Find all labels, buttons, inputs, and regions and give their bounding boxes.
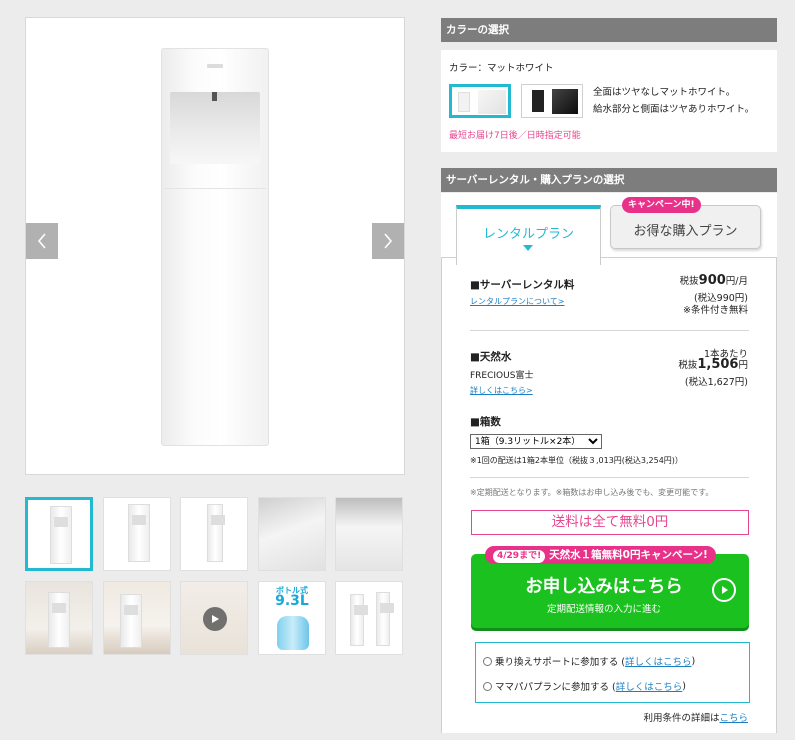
- water-server-image: [161, 48, 269, 446]
- thumbnail-dimensions[interactable]: [335, 581, 403, 655]
- thumbnail-closeup-nozzle[interactable]: [335, 497, 403, 571]
- rental-plan-link[interactable]: レンタルプランについて>: [470, 296, 564, 307]
- gallery-next-button[interactable]: [372, 223, 404, 259]
- mamapapa-plan-label: ママパパプランに参加する (: [495, 682, 616, 693]
- chevron-right-icon: [384, 233, 393, 249]
- color-description: 全面はツヤなしマットホワイト。 給水部分と側面はツヤありホワイト。: [593, 84, 754, 118]
- caret-down-icon: [523, 245, 533, 251]
- water-price-prefix: 税抜: [678, 360, 698, 371]
- cta-campaign-badge: 4/29まで! 天然水１箱無料0円キャンペーン!: [485, 546, 716, 564]
- play-icon: [203, 607, 227, 631]
- cta-badge-text: 天然水１箱無料0円キャンペーン!: [549, 549, 708, 561]
- transfer-support-close: ): [691, 655, 696, 667]
- thumbnail-bottle[interactable]: ボトル式 9.3L: [258, 581, 326, 655]
- boxes-note: ※1回の配送は1箱2本単位（税抜３,013円(税込3,254円)）: [470, 456, 683, 465]
- transfer-support-link[interactable]: 詳しくはこちら: [625, 654, 692, 668]
- mamapapa-plan-radio[interactable]: [483, 681, 492, 691]
- thumbnail-room-2[interactable]: [103, 581, 171, 655]
- mamapapa-plan-link[interactable]: 詳しくはこちら: [616, 679, 683, 693]
- thumbnail-server-side[interactable]: [180, 497, 248, 571]
- tab-purchase-plan[interactable]: キャンペーン中! お得な購入プラン: [610, 197, 761, 249]
- color-desc-line1: 全面はツヤなしマットホワイト。: [593, 87, 736, 98]
- selected-color-label: カラー：マットホワイト: [449, 63, 554, 74]
- terms-row: 利用条件の詳細はこちら: [643, 710, 748, 724]
- campaign-badge: キャンペーン中!: [622, 197, 701, 213]
- thumbnail-server-front[interactable]: [25, 497, 93, 571]
- rental-plan-content: ■サーバーレンタル料 レンタルプランについて> 税抜900円/月 (税込990円…: [441, 257, 777, 733]
- rental-price: 税抜900円/月: [680, 273, 748, 288]
- arrow-circle-icon: [712, 578, 736, 602]
- rental-conditional-note: ※条件付き無料: [683, 305, 748, 316]
- divider: [470, 477, 749, 478]
- chevron-left-icon: [37, 233, 46, 249]
- tab-purchase-label: お得な購入プラン: [633, 224, 738, 239]
- water-price-value: 1,506: [697, 357, 739, 372]
- color-desc-line2: 給水部分と側面はツヤありホワイト。: [593, 104, 755, 115]
- color-swatch-black[interactable]: [521, 84, 583, 118]
- water-name: FRECIOUS富士: [470, 371, 534, 381]
- apply-button-label: お申し込みはこちら: [525, 577, 683, 597]
- terms-text: 利用条件の詳細は: [643, 713, 720, 724]
- free-shipping-banner: 送料は全て無料0円: [471, 510, 749, 535]
- cta-badge-date: 4/29まで!: [493, 550, 546, 563]
- apply-button-sublabel: 定期配送情報の入力に進む: [546, 604, 661, 615]
- color-section-header: カラーの選択: [441, 18, 777, 42]
- thumbnail-room-1[interactable]: [25, 581, 93, 655]
- apply-button[interactable]: 4/29まで! 天然水１箱無料0円キャンペーン! お申し込みはこちら 定期配送情報…: [471, 546, 749, 628]
- transfer-support-label: 乗り換えサポートに参加する (: [495, 657, 625, 668]
- option-mamapapa-plan: ママパパプランに参加する (詳しくはこちら): [483, 679, 686, 693]
- tab-rental-plan[interactable]: レンタルプラン: [456, 205, 601, 265]
- water-detail-link[interactable]: 詳しくはこちら>: [470, 385, 533, 396]
- rental-price-prefix: 税抜: [679, 276, 699, 287]
- water-price: 税抜1,506円: [678, 357, 748, 372]
- water-bottle-image: [277, 616, 309, 650]
- box-quantity-select[interactable]: 1箱（9.3リットル×2本）: [470, 434, 602, 449]
- regular-delivery-note: ※定期配送となります。※箱数はお申し込み後でも、変更可能です。: [470, 488, 714, 497]
- rental-price-value: 900: [698, 273, 726, 288]
- thumbnail-server-angle[interactable]: [103, 497, 171, 571]
- plan-section-header: サーバーレンタル・購入プランの選択: [441, 168, 777, 192]
- boxes-title: ■箱数: [470, 416, 501, 428]
- terms-link[interactable]: こちら: [719, 713, 748, 724]
- rental-fee-title: ■サーバーレンタル料: [470, 279, 575, 291]
- thumbnail-closeup-top[interactable]: [258, 497, 326, 571]
- divider: [470, 330, 749, 331]
- tab-rental-label: レンタルプラン: [482, 227, 574, 242]
- water-price-tax-in: (税込1,627円): [684, 377, 748, 388]
- plan-panel: レンタルプラン キャンペーン中! お得な購入プラン ■サーバーレンタル料 レンタ…: [441, 193, 777, 733]
- optional-plans-box: 乗り換えサポートに参加する (詳しくはこちら) ママパパプランに参加する (詳し…: [475, 642, 750, 703]
- gallery-prev-button[interactable]: [26, 223, 58, 259]
- delivery-note: 最短お届け7日後／日時指定可能: [449, 131, 581, 141]
- rental-price-suffix: 円/月: [725, 276, 748, 287]
- thumbnail-video[interactable]: [180, 581, 248, 655]
- transfer-support-radio[interactable]: [483, 656, 492, 666]
- option-transfer-support: 乗り換えサポートに参加する (詳しくはこちら): [483, 654, 695, 668]
- bottle-volume-label: 9.3L: [275, 593, 309, 609]
- color-swatch-white[interactable]: [449, 84, 511, 118]
- color-panel: カラー：マットホワイト 全面はツヤなしマットホワイト。 給水部分と側面はツヤあり…: [441, 50, 777, 152]
- water-title: ■天然水: [470, 351, 512, 363]
- main-product-image: [25, 17, 405, 475]
- mamapapa-plan-close: ): [682, 680, 686, 692]
- water-price-suffix: 円: [738, 360, 748, 371]
